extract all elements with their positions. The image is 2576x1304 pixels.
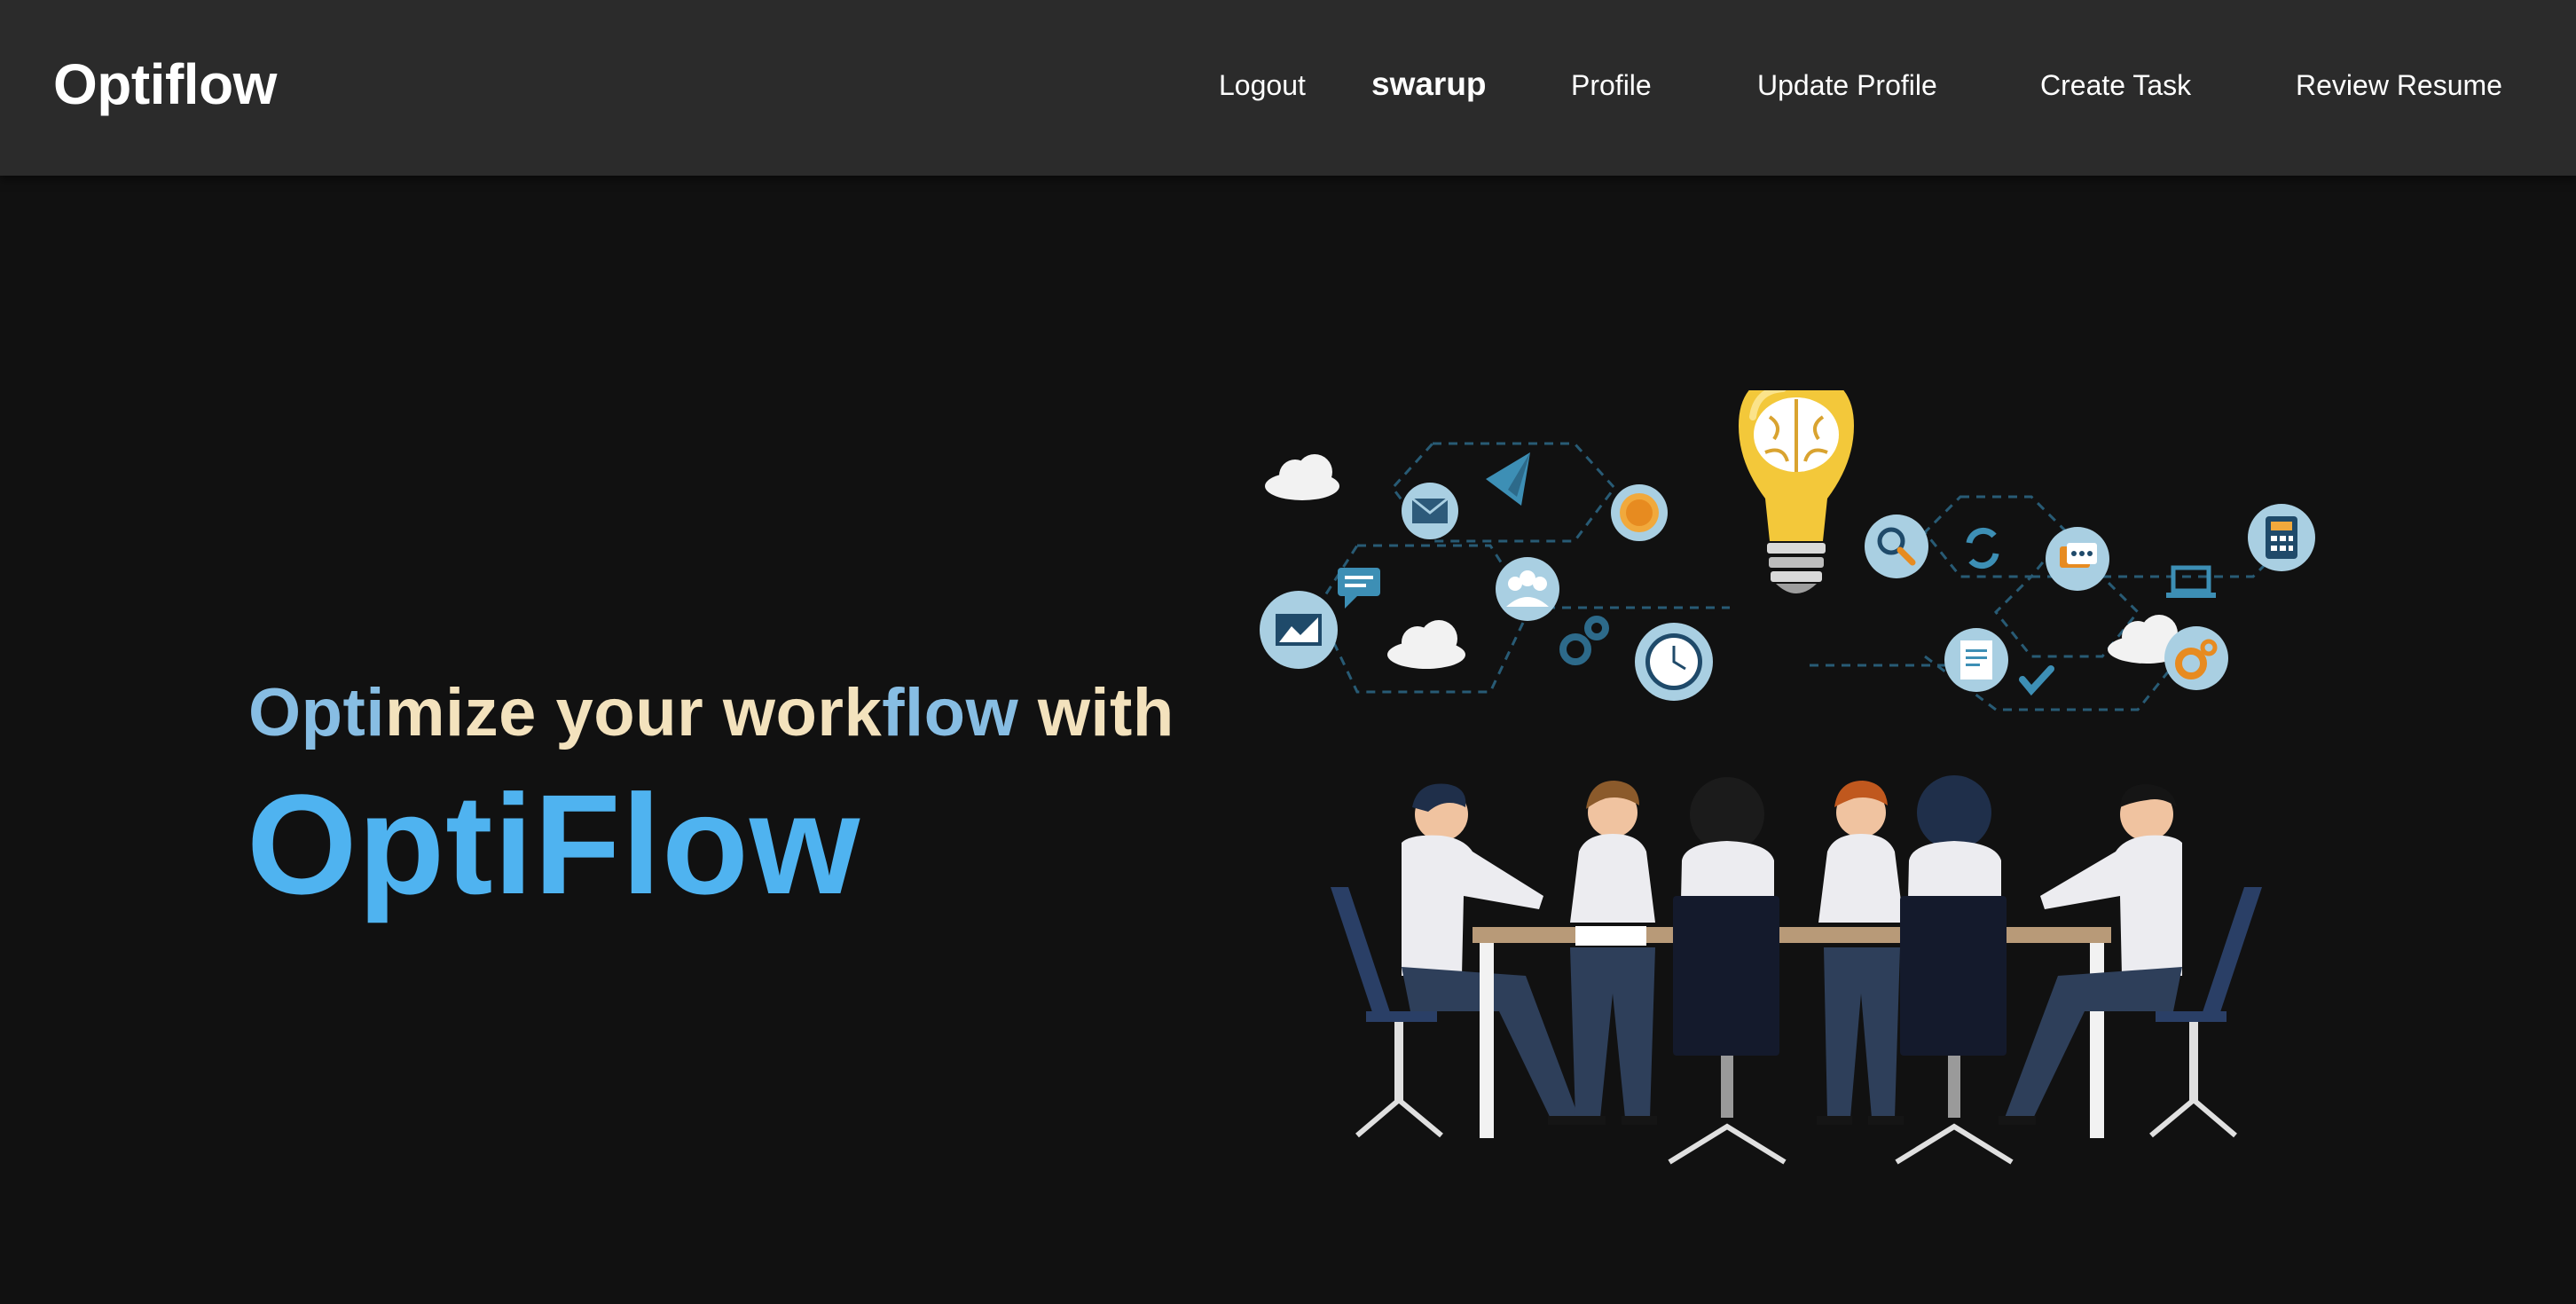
update-profile-link[interactable]: Update Profile <box>1757 69 1937 102</box>
navbar: Optiflow Logout swarup Profile Update Pr… <box>0 0 2576 176</box>
dollar-coin-icon <box>1611 484 1668 541</box>
tagline-part: mize your work <box>384 675 883 750</box>
tagline-part: Opti <box>248 675 385 750</box>
review-resume-link[interactable]: Review Resume <box>2296 69 2502 102</box>
hero-tagline: Optimize your workflow with <box>248 674 1174 751</box>
tagline-part: with <box>1018 675 1174 750</box>
laptop-icon <box>2166 565 2216 598</box>
refresh-icon <box>1966 527 1999 570</box>
envelope-icon <box>1402 483 1458 539</box>
magnifier-icon <box>1865 515 1928 578</box>
chart-icon <box>1260 591 1338 669</box>
profile-link[interactable]: Profile <box>1571 69 1652 102</box>
paper-plane-icon <box>1486 452 1530 506</box>
meeting-scene <box>1331 775 2262 1165</box>
hero-title: OptiFlow <box>247 765 861 923</box>
document-icon <box>2046 527 2109 591</box>
document-icon <box>1944 628 2008 692</box>
create-task-link[interactable]: Create Task <box>2040 69 2191 102</box>
clock-icon <box>1635 623 1713 701</box>
chat-bubble-icon <box>1338 568 1380 609</box>
cloud-icon <box>1387 620 1465 669</box>
team-icon <box>1496 557 1559 621</box>
settings-icon <box>2164 626 2228 690</box>
calculator-icon <box>2248 504 2315 571</box>
logout-link[interactable]: Logout <box>1219 69 1306 102</box>
cloud-icon <box>1265 454 1339 500</box>
lightbulb-brain-icon <box>1739 390 1854 593</box>
team-meeting-illustration <box>1260 390 2315 1165</box>
username-link[interactable]: swarup <box>1371 66 1487 103</box>
tagline-part: flow <box>882 675 1019 750</box>
checkmark-icon <box>2019 665 2054 696</box>
gears-icon <box>1559 616 1609 665</box>
brand-logo[interactable]: Optiflow <box>53 51 277 117</box>
